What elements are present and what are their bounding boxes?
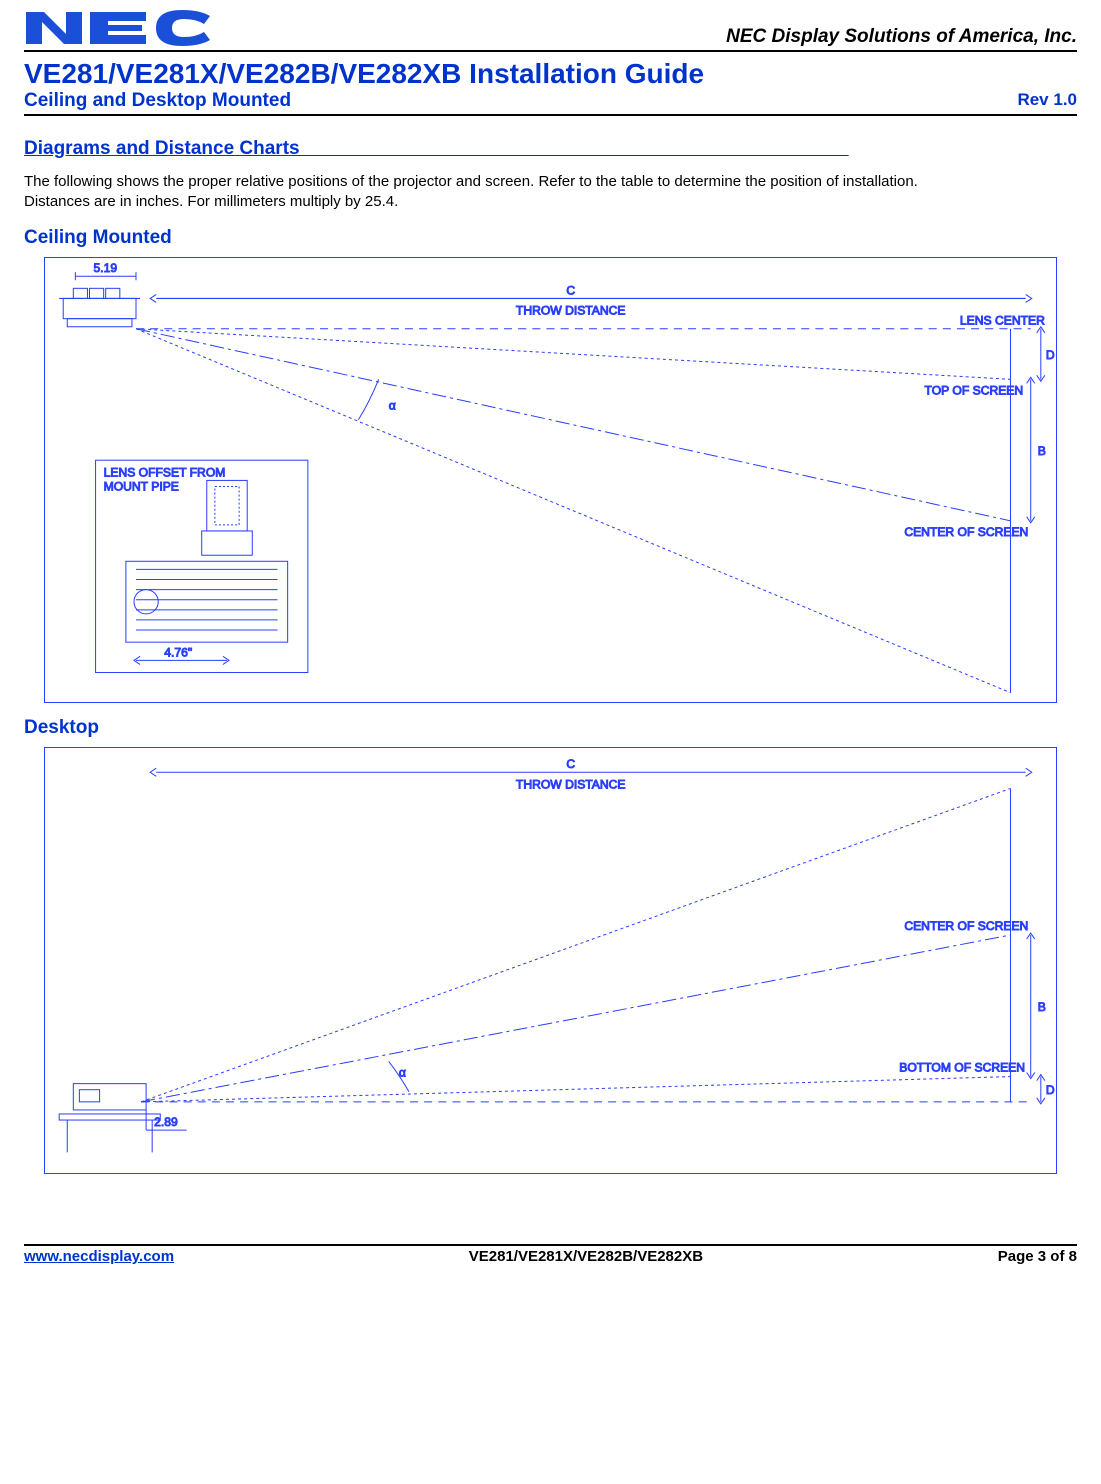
page-footer: www.necdisplay.com VE281/VE281X/VE282B/V… bbox=[24, 1244, 1077, 1265]
lens-center-label: LENS CENTER bbox=[960, 313, 1045, 327]
inset-title-1: LENS OFFSET FROM bbox=[104, 465, 226, 479]
footer-page: Page 3 of 8 bbox=[998, 1248, 1077, 1265]
nec-logo bbox=[24, 8, 214, 48]
subtitle-row: Ceiling and Desktop Mounted Rev 1.0 bbox=[24, 90, 1077, 116]
dim-c-desktop: C bbox=[566, 758, 575, 772]
throw-distance-label-desktop: THROW DISTANCE bbox=[516, 778, 626, 792]
doc-title: VE281/VE281X/VE282B/VE282XB Installation… bbox=[24, 58, 1077, 90]
ceiling-diagram: 5.19 C THROW DISTANCE LENS CENTER bbox=[44, 257, 1057, 704]
ceiling-heading: Ceiling Mounted bbox=[24, 227, 1077, 249]
alpha-label-desktop: α bbox=[399, 1066, 406, 1080]
section-heading: Diagrams and Distance Charts bbox=[24, 138, 1077, 160]
dim-5-19: 5.19 bbox=[94, 261, 118, 275]
dim-c: C bbox=[566, 283, 575, 297]
dim-d-desktop: D bbox=[1046, 1083, 1055, 1097]
footer-model: VE281/VE281X/VE282B/VE282XB bbox=[469, 1248, 703, 1265]
intro-text-2: Distances are in inches. For millimeters… bbox=[24, 192, 1077, 212]
center-of-screen-label: CENTER OF SCREEN bbox=[904, 525, 1028, 539]
alpha-label: α bbox=[389, 398, 396, 412]
center-of-screen-desktop: CENTER OF SCREEN bbox=[904, 919, 1028, 933]
intro-text-1: The following shows the proper relative … bbox=[24, 172, 1077, 192]
desktop-heading: Desktop bbox=[24, 717, 1077, 739]
doc-subtitle: Ceiling and Desktop Mounted bbox=[24, 90, 291, 112]
dim-2-89: 2.89 bbox=[154, 1115, 178, 1129]
dim-d: D bbox=[1046, 348, 1055, 362]
desktop-diagram: C THROW DISTANCE α B bbox=[44, 747, 1057, 1174]
footer-url[interactable]: www.necdisplay.com bbox=[24, 1248, 174, 1265]
top-of-screen-label: TOP OF SCREEN bbox=[925, 383, 1024, 397]
company-name: NEC Display Solutions of America, Inc. bbox=[726, 26, 1077, 48]
bottom-of-screen-desktop: BOTTOM OF SCREEN bbox=[899, 1061, 1025, 1075]
doc-revision: Rev 1.0 bbox=[1017, 90, 1077, 112]
dim-b: B bbox=[1038, 444, 1046, 458]
dim-b-desktop: B bbox=[1038, 1000, 1046, 1014]
throw-distance-label: THROW DISTANCE bbox=[516, 303, 626, 317]
inset-title-2: MOUNT PIPE bbox=[104, 479, 179, 493]
header-row: NEC Display Solutions of America, Inc. bbox=[24, 8, 1077, 52]
inset-dim: 4.76" bbox=[164, 645, 192, 659]
